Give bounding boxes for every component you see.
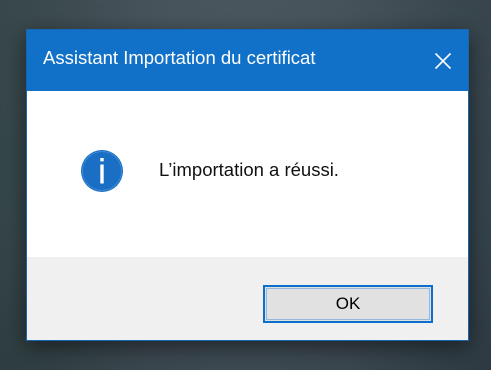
close-button[interactable] [418, 30, 468, 91]
ok-button[interactable]: OK [263, 285, 433, 323]
dialog-footer: OK [27, 257, 468, 340]
close-icon [434, 52, 452, 69]
dialog-title: Assistant Importation du certificat [43, 47, 316, 68]
info-icon [81, 150, 123, 192]
ok-button-label: OK [335, 294, 361, 313]
dialog-content: L’importation a réussi. [27, 91, 468, 257]
certificate-import-dialog: Assistant Importation du certificat L’im… [26, 29, 469, 341]
dialog-message: L’importation a réussi. [159, 159, 339, 180]
dialog-titlebar[interactable]: Assistant Importation du certificat [27, 30, 468, 91]
